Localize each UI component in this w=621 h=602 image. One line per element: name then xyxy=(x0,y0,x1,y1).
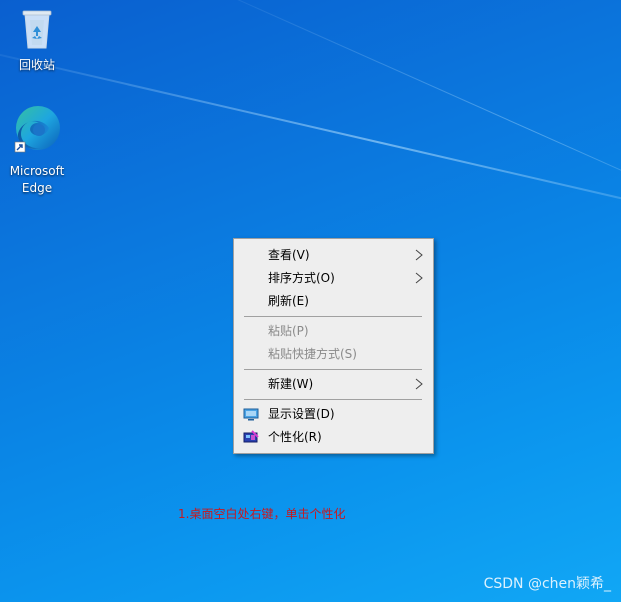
menu-item-display-settings[interactable]: 显示设置(D) xyxy=(234,403,433,425)
menu-item-label: 排序方式(O) xyxy=(268,271,335,285)
menu-item-new[interactable]: 新建(W) xyxy=(234,373,433,395)
menu-item-paste-shortcut: 粘贴快捷方式(S) xyxy=(234,343,433,365)
desktop-context-menu: 查看(V) 排序方式(O) 刷新(E) 粘贴(P) 粘贴快捷方式(S) 新建(W… xyxy=(233,238,434,454)
menu-item-label: 显示设置(D) xyxy=(268,407,335,421)
menu-item-personalize[interactable]: 个性化(R) xyxy=(234,426,433,448)
personalize-icon xyxy=(243,430,259,443)
watermark: CSDN @chen颖希_ xyxy=(483,576,611,592)
menu-item-label: 粘贴快捷方式(S) xyxy=(268,347,357,361)
menu-item-label: 新建(W) xyxy=(268,377,314,391)
desktop-icon-label: 回收站 xyxy=(18,58,55,72)
menu-item-sort[interactable]: 排序方式(O) xyxy=(234,267,433,289)
menu-item-label: 个性化(R) xyxy=(268,430,322,444)
menu-separator xyxy=(244,369,422,370)
recycle-bin-icon xyxy=(2,6,72,55)
menu-separator xyxy=(244,316,422,317)
chevron-right-icon xyxy=(415,272,423,284)
menu-item-label: 查看(V) xyxy=(268,248,310,262)
menu-item-label: 刷新(E) xyxy=(268,294,309,308)
desktop-icon-edge[interactable]: Microsoft Edge xyxy=(2,104,72,197)
menu-separator xyxy=(244,399,422,400)
wallpaper-light-beam xyxy=(0,40,621,245)
menu-item-refresh[interactable]: 刷新(E) xyxy=(234,290,433,312)
menu-item-paste: 粘贴(P) xyxy=(234,320,433,342)
wallpaper-light-beam-secondary xyxy=(149,0,621,246)
chevron-right-icon xyxy=(415,378,423,390)
edge-icon xyxy=(2,104,72,161)
menu-item-view[interactable]: 查看(V) xyxy=(234,244,433,266)
menu-item-label: 粘贴(P) xyxy=(268,324,309,338)
desktop-icon-label: Microsoft Edge xyxy=(9,164,65,195)
chevron-right-icon xyxy=(415,249,423,261)
instruction-annotation: 1.桌面空白处右键，单击个性化 xyxy=(178,507,346,521)
display-icon xyxy=(243,408,259,421)
desktop-icon-recycle-bin[interactable]: 回收站 xyxy=(2,6,72,74)
